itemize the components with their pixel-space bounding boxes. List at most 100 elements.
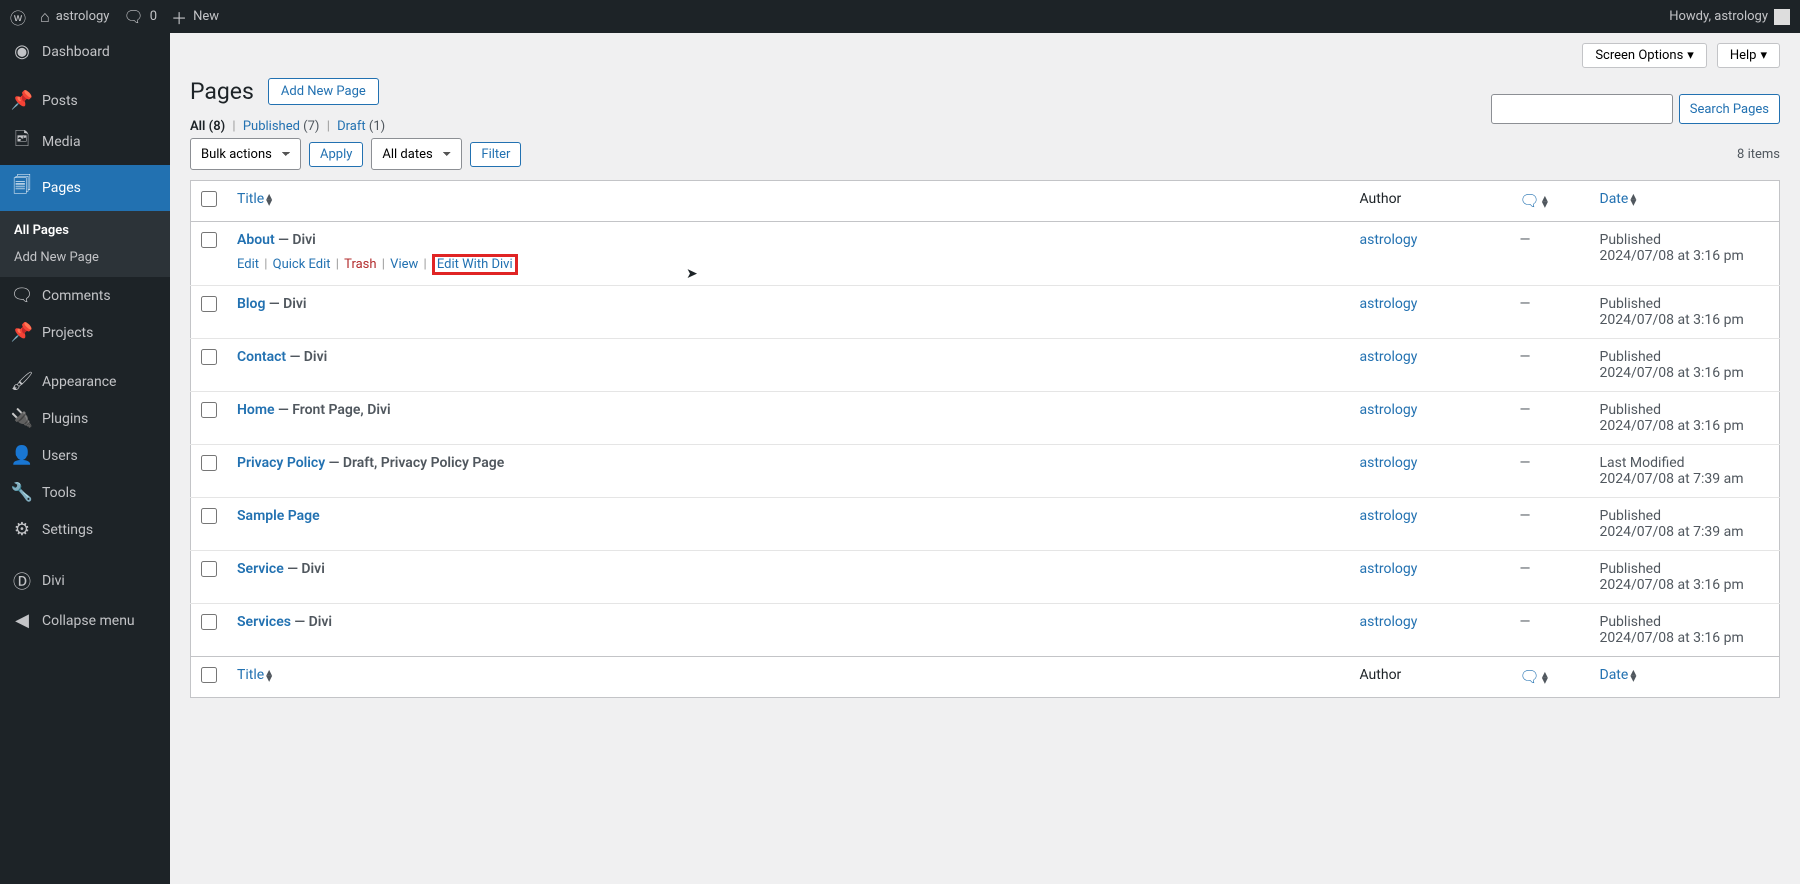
author-link[interactable]: astrology (1360, 455, 1418, 471)
row-checkbox[interactable] (201, 614, 217, 630)
collapse-icon: ◀ (12, 610, 32, 631)
page-title-link[interactable]: Service (237, 561, 284, 577)
sidebar-item-appearance[interactable]: 🖌Appearance (0, 363, 170, 400)
sidebar-item-collapse[interactable]: ◀ Collapse menu (0, 602, 170, 639)
sidebar-label: Posts (42, 93, 78, 109)
author-link[interactable]: astrology (1360, 232, 1418, 248)
comments-count: 0 (150, 9, 157, 24)
author-link[interactable]: astrology (1360, 561, 1418, 577)
add-new-page-button[interactable]: Add New Page (268, 78, 379, 105)
view-link[interactable]: View (390, 257, 418, 272)
column-title[interactable]: Title▴▾ (237, 191, 272, 207)
apply-button[interactable]: Apply (309, 142, 363, 167)
howdy-link[interactable]: Howdy, astrology (1669, 9, 1790, 25)
sidebar-item-dashboard[interactable]: ◉Dashboard (0, 33, 170, 70)
comments-value: — (1520, 402, 1531, 418)
author-link[interactable]: astrology (1360, 614, 1418, 630)
page-title-link[interactable]: Contact (237, 349, 286, 365)
sidebar-item-users[interactable]: 👤Users (0, 437, 170, 474)
comments-value: — (1520, 455, 1531, 471)
comments-link[interactable]: 🗨0 (123, 7, 157, 26)
sidebar-item-media[interactable]: 🖻Media (0, 119, 170, 165)
bulk-actions-select[interactable]: Bulk actions (190, 138, 301, 170)
dates-select[interactable]: All dates (371, 138, 462, 170)
plus-icon: ＋ (171, 5, 187, 29)
row-checkbox[interactable] (201, 455, 217, 471)
sidebar-item-settings[interactable]: ⚙Settings (0, 511, 170, 548)
column-comments[interactable]: 🗨▴▾ (1520, 191, 1548, 210)
table-row: Services — Divi astrology — Published202… (191, 604, 1780, 657)
site-name: astrology (56, 9, 110, 24)
column-title-foot[interactable]: Title▴▾ (237, 667, 272, 683)
sidebar-item-divi[interactable]: ⒹDivi (0, 560, 170, 602)
author-link[interactable]: astrology (1360, 349, 1418, 365)
sidebar-item-posts[interactable]: 📌Posts (0, 82, 170, 119)
date-status: Published (1600, 561, 1661, 577)
sidebar-label: Collapse menu (42, 613, 135, 629)
site-name-link[interactable]: ⌂astrology (40, 7, 109, 27)
page-title-suffix: — Divi (265, 296, 306, 312)
screen-options-button[interactable]: Screen Options ▾ (1582, 43, 1707, 68)
wrench-icon: 🔧 (12, 482, 32, 503)
column-date-foot[interactable]: Date▴▾ (1600, 667, 1637, 683)
page-title-link[interactable]: Sample Page (237, 508, 320, 524)
sidebar-submenu: All Pages Add New Page (0, 211, 170, 277)
help-label: Help (1730, 48, 1757, 63)
page-title-suffix: — Divi (286, 349, 327, 365)
row-checkbox[interactable] (201, 349, 217, 365)
wordpress-logo[interactable]: ⓦ (10, 5, 26, 29)
row-checkbox[interactable] (201, 296, 217, 312)
column-date[interactable]: Date▴▾ (1600, 191, 1637, 207)
plug-icon: 🔌 (12, 408, 32, 429)
new-content-link[interactable]: ＋New (171, 5, 219, 29)
sidebar-item-comments[interactable]: 🗨Comments (0, 277, 170, 314)
author-link[interactable]: astrology (1360, 508, 1418, 524)
help-button[interactable]: Help ▾ (1717, 43, 1780, 68)
column-author: Author (1350, 181, 1510, 222)
page-title-link[interactable]: Home (237, 402, 275, 418)
select-all-checkbox-foot[interactable] (201, 667, 217, 683)
page-title-suffix: — Divi (291, 614, 332, 630)
page-title-link[interactable]: Privacy Policy (237, 455, 325, 471)
sidebar-label: Plugins (42, 411, 88, 427)
sidebar-item-tools[interactable]: 🔧Tools (0, 474, 170, 511)
author-link[interactable]: astrology (1360, 402, 1418, 418)
select-all-checkbox[interactable] (201, 191, 217, 207)
filter-published[interactable]: Published (7) (243, 119, 320, 134)
filter-draft[interactable]: Draft (1) (337, 119, 385, 134)
comments-value: — (1520, 561, 1531, 577)
sidebar-label: Divi (42, 573, 65, 589)
row-checkbox[interactable] (201, 232, 217, 248)
column-comments-foot[interactable]: 🗨▴▾ (1520, 667, 1548, 686)
sidebar-item-plugins[interactable]: 🔌 Plugins (0, 400, 170, 437)
row-checkbox[interactable] (201, 561, 217, 577)
edit-with-divi-link[interactable]: Edit With Divi (432, 254, 518, 275)
page-title-link[interactable]: Services (237, 614, 291, 630)
search-input[interactable] (1491, 94, 1673, 124)
row-checkbox[interactable] (201, 508, 217, 524)
sidebar-item-pages[interactable]: 🗐Pages (0, 165, 170, 211)
sidebar-label: Dashboard (42, 44, 110, 60)
page-title-link[interactable]: About (237, 232, 275, 248)
settings-icon: ⚙ (12, 519, 32, 540)
sidebar-item-projects[interactable]: 📌Projects (0, 314, 170, 351)
author-link[interactable]: astrology (1360, 296, 1418, 312)
trash-link[interactable]: Trash (344, 257, 376, 272)
sidebar-sub-add-new[interactable]: Add New Page (0, 244, 170, 271)
table-row: Privacy Policy — Draft, Privacy Policy P… (191, 445, 1780, 498)
page-title-suffix: — Draft, Privacy Policy Page (325, 455, 504, 471)
page-title-suffix: — Divi (284, 561, 325, 577)
search-button[interactable]: Search Pages (1679, 94, 1780, 124)
edit-link[interactable]: Edit (237, 257, 259, 272)
filter-button[interactable]: Filter (470, 142, 521, 167)
pages-table: Title▴▾ Author 🗨▴▾ Date▴▾ About — Divi E… (190, 180, 1780, 698)
table-row: Sample Page astrology — Published2024/07… (191, 498, 1780, 551)
row-checkbox[interactable] (201, 402, 217, 418)
sidebar-sub-all-pages[interactable]: All Pages (0, 217, 170, 244)
comments-value: — (1520, 232, 1531, 248)
sidebar-label: Projects (42, 325, 93, 341)
page-title-link[interactable]: Blog (237, 296, 265, 312)
quick-edit-link[interactable]: Quick Edit (273, 257, 331, 272)
filter-all[interactable]: All (8) (190, 119, 225, 134)
table-row: Service — Divi astrology — Published2024… (191, 551, 1780, 604)
